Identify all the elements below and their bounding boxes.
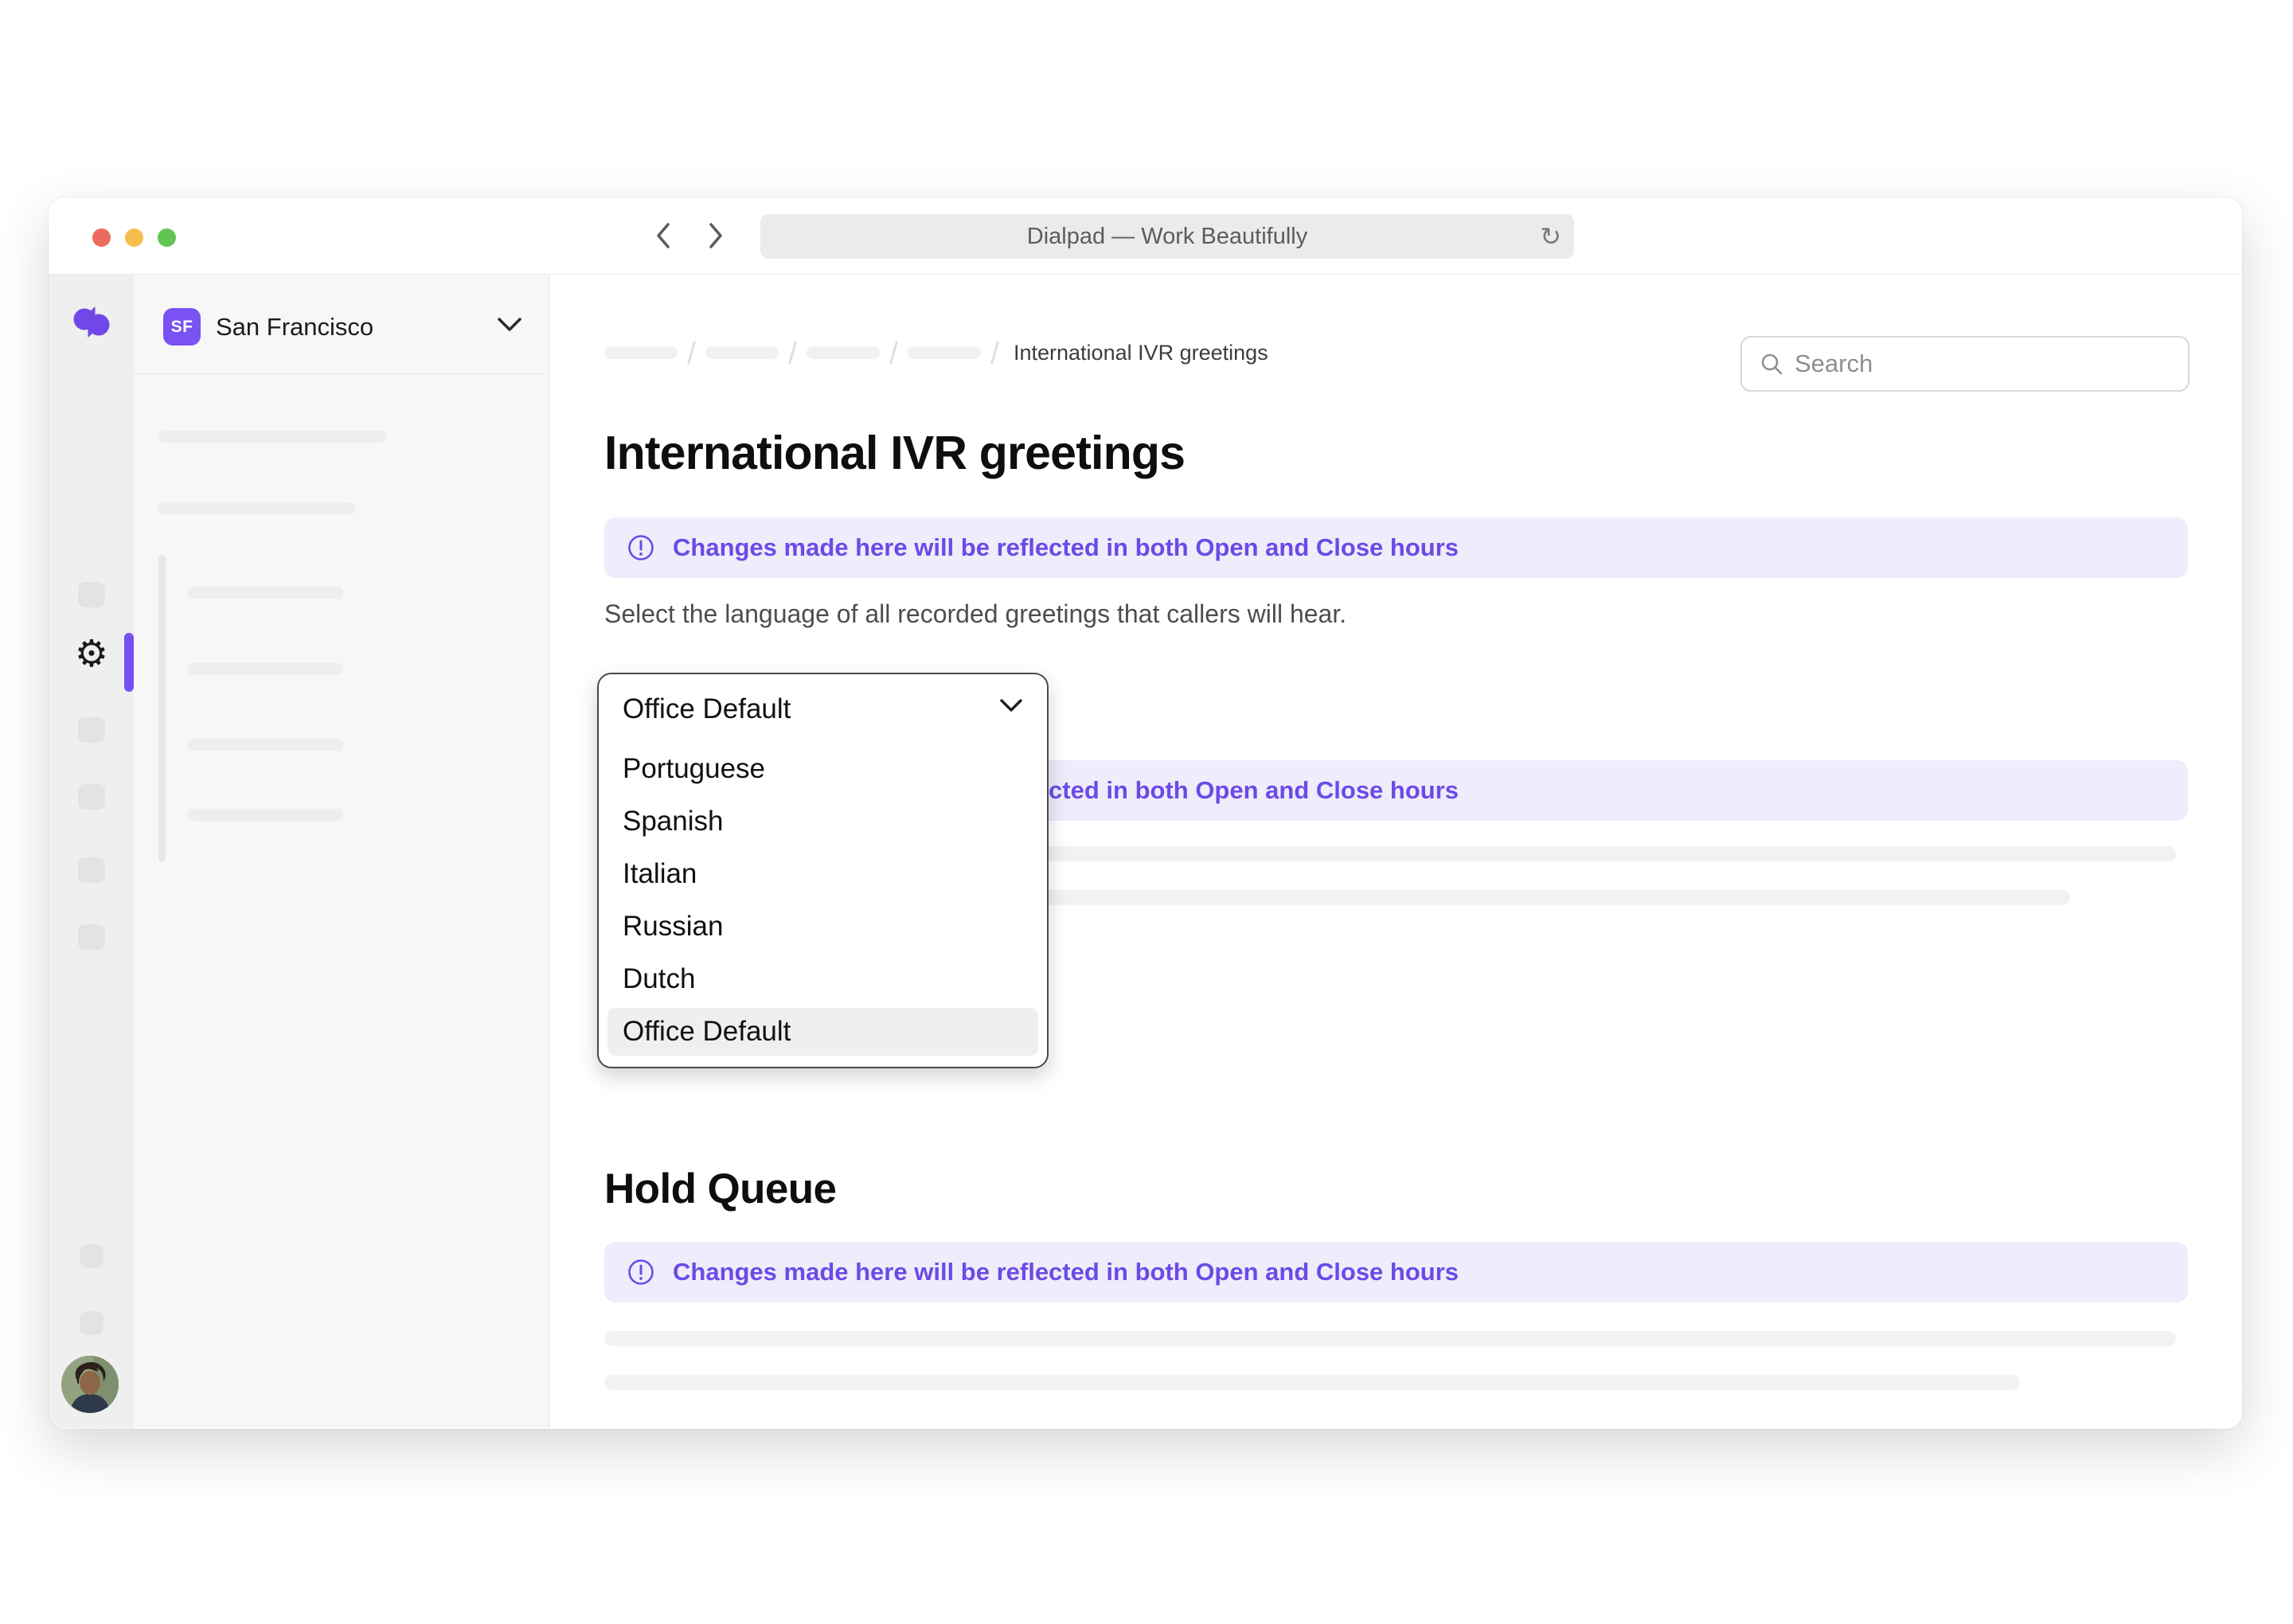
content-skeleton-bar bbox=[604, 1375, 2020, 1390]
forward-button[interactable] bbox=[700, 220, 732, 252]
zoom-window-button[interactable] bbox=[158, 228, 176, 247]
notice-banner: Changes made here will be reflected in b… bbox=[604, 517, 2188, 578]
notice-text: Changes made here will be reflected in b… bbox=[673, 1258, 1459, 1286]
breadcrumb-separator bbox=[889, 341, 899, 365]
app-body: ⚙ SF San Francisco International IVR gre… bbox=[49, 275, 2242, 1428]
dropdown-option-italian[interactable]: Italian bbox=[599, 848, 1047, 900]
breadcrumb-skeleton[interactable] bbox=[705, 346, 779, 359]
breadcrumb-skeleton[interactable] bbox=[807, 346, 880, 359]
dialpad-logo-icon bbox=[71, 303, 112, 343]
active-section-indicator bbox=[124, 633, 134, 692]
browser-window: Dialpad — Work Beautifully ↻ ⚙ SF San Fr… bbox=[49, 197, 2242, 1429]
sidebar-skeleton-bar bbox=[187, 663, 343, 675]
selected-language: Office Default bbox=[623, 693, 791, 724]
dropdown-option-spanish[interactable]: Spanish bbox=[599, 795, 1047, 848]
sidebar-skeleton-bar bbox=[158, 502, 356, 514]
browser-titlebar: Dialpad — Work Beautifully ↻ bbox=[49, 197, 2242, 275]
chevron-down-icon bbox=[999, 698, 1023, 714]
language-dropdown[interactable]: Office Default Portuguese Spanish Italia… bbox=[597, 673, 1049, 1068]
breadcrumb-separator bbox=[787, 341, 798, 365]
rail-item-placeholder[interactable] bbox=[78, 784, 105, 810]
chevron-down-icon bbox=[496, 316, 523, 334]
info-icon bbox=[627, 533, 655, 562]
rail-item-placeholder[interactable] bbox=[78, 924, 105, 950]
sidebar-skeleton-bar bbox=[187, 739, 343, 751]
sidebar-skeleton-bar bbox=[187, 809, 343, 821]
search-input[interactable] bbox=[1795, 349, 2170, 378]
rail-item-placeholder[interactable] bbox=[80, 1244, 104, 1268]
back-button[interactable] bbox=[647, 220, 679, 252]
rail-item-placeholder[interactable] bbox=[78, 857, 105, 883]
sidebar-skeleton-bar bbox=[158, 431, 387, 443]
notice-banner: Changes made here will be reflected in b… bbox=[604, 1242, 2188, 1302]
language-dropdown-trigger[interactable]: Office Default bbox=[599, 676, 1047, 743]
minimize-window-button[interactable] bbox=[125, 228, 143, 247]
sidebar: SF San Francisco bbox=[134, 275, 549, 1428]
dropdown-option-office-default[interactable]: Office Default bbox=[607, 1008, 1038, 1056]
breadcrumb-skeleton[interactable] bbox=[908, 346, 981, 359]
office-switcher[interactable]: SF San Francisco bbox=[134, 275, 549, 374]
user-avatar[interactable] bbox=[61, 1356, 119, 1413]
dropdown-option-portuguese[interactable]: Portuguese bbox=[599, 743, 1047, 795]
breadcrumb-skeleton[interactable] bbox=[604, 346, 678, 359]
search-icon bbox=[1760, 352, 1783, 376]
page-heading: International IVR greetings bbox=[604, 427, 1186, 479]
office-badge: SF bbox=[163, 308, 201, 345]
chevron-left-icon bbox=[654, 221, 672, 250]
address-bar[interactable]: Dialpad — Work Beautifully ↻ bbox=[760, 214, 1574, 259]
rail-item-placeholder[interactable] bbox=[78, 582, 105, 607]
page-title-text: Dialpad — Work Beautifully bbox=[1026, 223, 1308, 249]
app-icon-rail: ⚙ bbox=[49, 275, 134, 1428]
reload-icon[interactable]: ↻ bbox=[1540, 221, 1561, 252]
notice-text: Changes made here will be reflected in b… bbox=[673, 533, 1459, 561]
dropdown-option-dutch[interactable]: Dutch bbox=[599, 953, 1047, 1005]
section-description: Select the language of all recorded gree… bbox=[604, 599, 1347, 628]
close-window-button[interactable] bbox=[92, 228, 111, 247]
content-skeleton-bar bbox=[604, 1331, 2176, 1346]
breadcrumb-separator bbox=[686, 341, 697, 365]
desktop-background: Dialpad — Work Beautifully ↻ ⚙ SF San Fr… bbox=[0, 0, 2293, 1624]
rail-item-placeholder[interactable] bbox=[78, 717, 105, 743]
settings-gear-icon[interactable]: ⚙ bbox=[69, 631, 114, 676]
hold-queue-heading: Hold Queue bbox=[604, 1165, 837, 1212]
office-name: San Francisco bbox=[216, 313, 374, 341]
sidebar-skeleton-rail bbox=[158, 555, 166, 862]
breadcrumb: International IVR greetings bbox=[604, 339, 1268, 366]
breadcrumb-current: International IVR greetings bbox=[1014, 340, 1268, 365]
sidebar-skeleton-bar bbox=[187, 587, 343, 599]
breadcrumb-separator bbox=[990, 341, 1000, 365]
chevron-right-icon bbox=[707, 221, 725, 250]
rail-item-placeholder[interactable] bbox=[80, 1311, 104, 1335]
info-icon bbox=[627, 1258, 655, 1286]
main-content: International IVR greetings Internationa… bbox=[549, 275, 2242, 1428]
search-box[interactable] bbox=[1740, 336, 2189, 392]
dropdown-option-russian[interactable]: Russian bbox=[599, 900, 1047, 953]
